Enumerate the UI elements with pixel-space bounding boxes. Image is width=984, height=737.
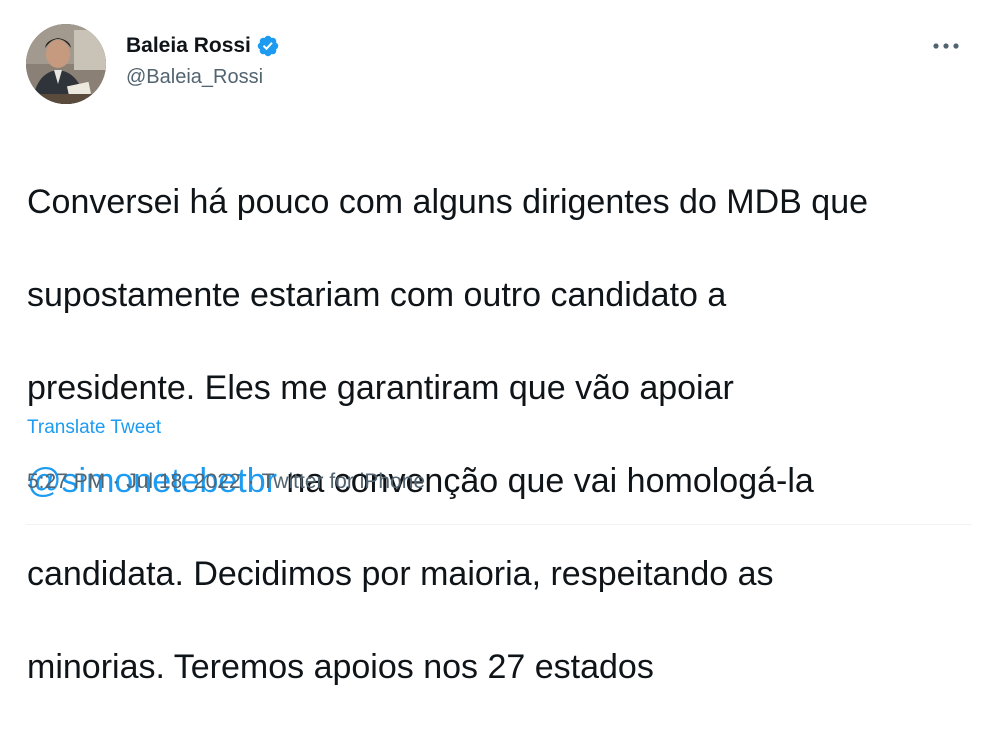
author-name[interactable]: Baleia Rossi bbox=[126, 34, 251, 58]
more-options-button[interactable] bbox=[926, 30, 966, 62]
author-avatar[interactable] bbox=[26, 24, 106, 104]
profile-photo bbox=[26, 24, 106, 104]
tweet-source[interactable]: Twitter for iPhone bbox=[262, 470, 425, 494]
tweet-text-line: minorias. Teremos apoios nos 27 estados bbox=[27, 647, 654, 686]
meta-separator: · bbox=[247, 470, 255, 493]
tweet-time[interactable]: 5:27 PM bbox=[27, 470, 105, 494]
divider bbox=[26, 524, 972, 525]
meta-separator: · bbox=[112, 470, 120, 493]
tweet-card: Baleia Rossi @Baleia_Rossi Conversei há … bbox=[0, 0, 984, 686]
more-horizontal-icon bbox=[933, 43, 959, 49]
tweet-text-line: Conversei há pouco com alguns dirigentes… bbox=[27, 182, 869, 221]
tweet-text-line: candidata. Decidimos por maioria, respei… bbox=[27, 554, 774, 593]
tweet-text: Conversei há pouco com alguns dirigentes… bbox=[27, 132, 972, 737]
tweet-text-line: supostamente estariam com outro candidat… bbox=[27, 275, 727, 314]
tweet-metadata: 5:27 PM · Jul 18, 2022 · Twitter for iPh… bbox=[27, 470, 425, 494]
verified-badge-icon bbox=[256, 34, 280, 58]
translate-tweet-link[interactable]: Translate Tweet bbox=[27, 417, 161, 439]
tweet-text-line: presidente. Eles me garantiram que vão a… bbox=[27, 368, 734, 407]
author-handle[interactable]: @Baleia_Rossi bbox=[126, 66, 263, 89]
tweet-date[interactable]: Jul 18, 2022 bbox=[126, 470, 240, 494]
author-name-row[interactable]: Baleia Rossi bbox=[126, 32, 280, 60]
